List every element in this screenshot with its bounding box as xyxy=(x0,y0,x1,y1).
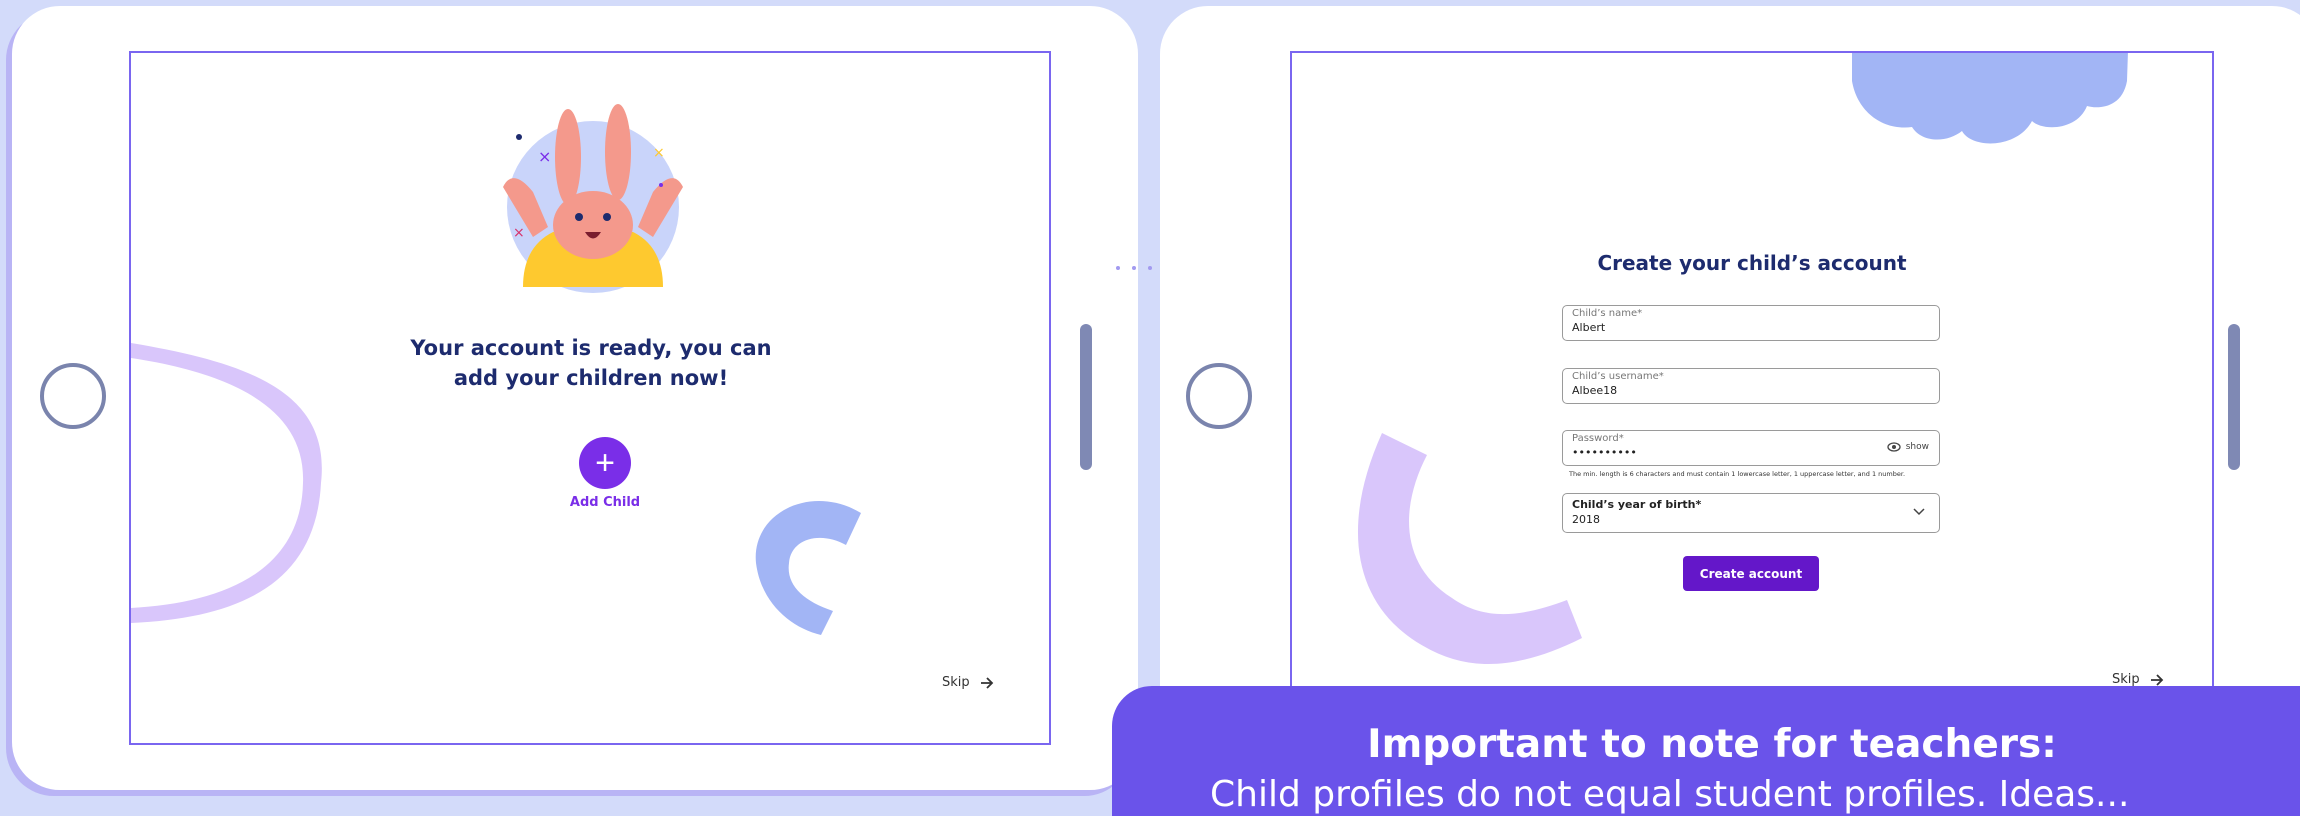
svg-text:×: × xyxy=(538,147,551,166)
svg-text:×: × xyxy=(653,145,665,161)
screen-account-ready: × × × Your account is ready, you can add… xyxy=(129,51,1051,745)
add-child-button[interactable]: + xyxy=(579,437,631,489)
show-password-toggle[interactable]: show xyxy=(1887,442,1929,452)
skip-label: Skip xyxy=(2112,672,2140,687)
child-username-label: Child’s username* xyxy=(1572,371,1664,382)
teacher-note-panel: Important to note for teachers: Child pr… xyxy=(1112,686,2300,816)
home-button xyxy=(40,363,106,429)
child-username-field[interactable]: Child’s username* Albee18 xyxy=(1562,368,1940,404)
eye-icon xyxy=(1887,442,1901,452)
child-username-value: Albee18 xyxy=(1572,384,1618,397)
decorative-c-shape xyxy=(755,501,861,635)
chevron-down-icon xyxy=(1913,508,1925,516)
child-name-label: Child’s name* xyxy=(1572,308,1643,319)
decorative-swoosh-shape xyxy=(131,343,322,623)
password-hint: The min. length is 6 characters and must… xyxy=(1569,470,1906,478)
arrow-right-icon xyxy=(2150,673,2163,686)
bunny-celebration-illustration: × × × xyxy=(503,104,683,293)
tablet-left: × × × Your account is ready, you can add… xyxy=(12,6,1138,790)
home-button xyxy=(1186,363,1252,429)
side-button xyxy=(1080,324,1092,470)
account-ready-message: Your account is ready, you can add your … xyxy=(410,336,772,390)
child-name-field[interactable]: Child’s name* Albert xyxy=(1562,305,1940,341)
show-label: show xyxy=(1905,442,1929,452)
password-field[interactable]: Password* •••••••••• show xyxy=(1562,430,1940,466)
skip-link[interactable]: Skip xyxy=(2112,672,2164,687)
note-body: Child profiles do not equal student prof… xyxy=(1210,774,2130,815)
year-of-birth-select[interactable]: Child’s year of birth* 2018 xyxy=(1562,493,1940,533)
year-of-birth-value: 2018 xyxy=(1572,513,1600,526)
child-name-value: Albert xyxy=(1572,321,1606,334)
arrow-right-icon xyxy=(980,676,993,689)
add-child-label[interactable]: Add Child xyxy=(525,495,685,510)
year-of-birth-label: Child’s year of birth* xyxy=(1572,498,1702,511)
decorative-c-shape xyxy=(1357,433,1582,665)
decorative-cloud-shape xyxy=(1852,53,2128,144)
create-account-button[interactable]: Create account xyxy=(1683,556,1819,591)
plus-icon: + xyxy=(595,444,615,482)
skip-link[interactable]: Skip xyxy=(942,675,994,690)
password-value: •••••••••• xyxy=(1572,446,1637,459)
note-title: Important to note for teachers: xyxy=(1367,722,2057,767)
skip-label: Skip xyxy=(942,675,970,690)
svg-text:×: × xyxy=(513,225,525,241)
form-title: Create your child’s account xyxy=(1597,251,1907,275)
password-label: Password* xyxy=(1572,433,1624,444)
side-button xyxy=(2228,324,2240,470)
